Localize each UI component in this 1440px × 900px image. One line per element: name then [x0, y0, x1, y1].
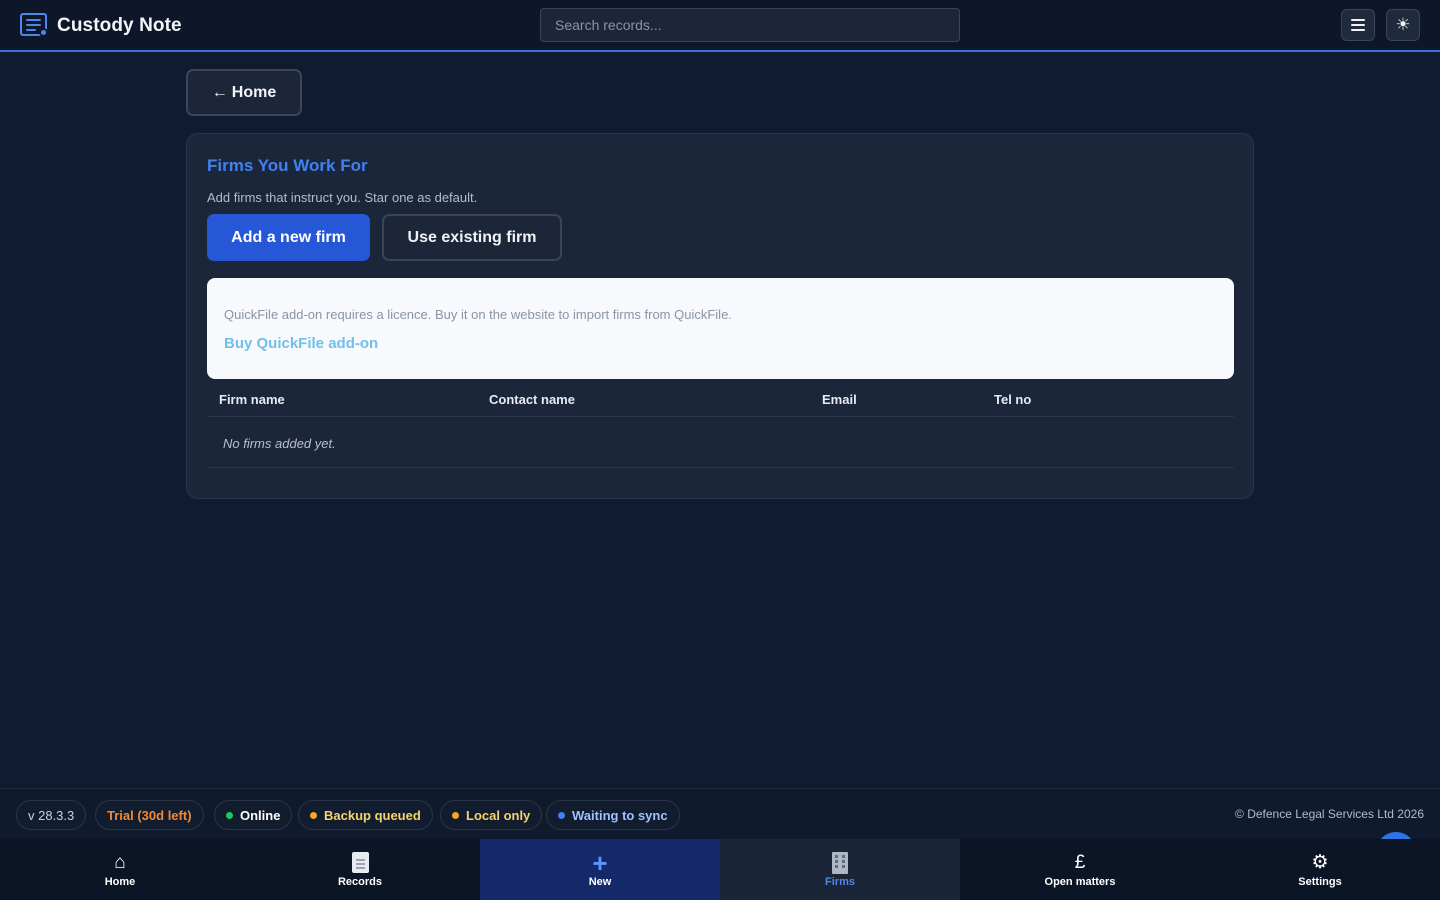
sun-icon: ☀	[1395, 15, 1411, 34]
search-input[interactable]	[540, 8, 960, 42]
nav-item-open-matters[interactable]: £ Open matters	[960, 839, 1200, 900]
backup-dot-icon	[310, 811, 317, 819]
nav-label: New	[588, 875, 612, 888]
card-title: Firms You Work For	[207, 156, 368, 175]
buy-quickfile-link[interactable]: Buy QuickFile add-on	[224, 335, 378, 352]
document-icon	[351, 852, 369, 874]
add-new-firm-button[interactable]: Add a new firm	[207, 214, 370, 261]
menu-button[interactable]	[1341, 9, 1375, 41]
version-text: v 28.3.3	[28, 807, 75, 823]
copyright-text: © Defence Legal Services Ltd 2026	[1235, 807, 1424, 821]
nav-label: Home	[104, 875, 136, 888]
notice-text: QuickFile add-on requires a licence. Buy…	[224, 307, 732, 322]
table-row: No firms added yet.	[207, 418, 1234, 468]
nav-item-home[interactable]: ⌂ Home	[0, 839, 240, 900]
plus-icon: +	[592, 847, 608, 878]
local-text: Local only	[466, 807, 531, 823]
online-dot-icon	[226, 811, 233, 819]
nav-label: Records	[337, 875, 383, 888]
app-title: Custody Note	[57, 15, 182, 36]
sync-text: Waiting to sync	[572, 807, 668, 823]
backup-status-badge: Backup queued	[298, 800, 433, 830]
pound-icon: £	[1074, 851, 1086, 873]
column-firm-name[interactable]: Firm name	[219, 392, 285, 407]
arrow-left-icon: ←	[211, 83, 228, 101]
nav-label: Firms	[825, 875, 855, 888]
back-home-label: Home	[231, 83, 277, 101]
building-icon	[829, 851, 851, 874]
use-existing-firm-button[interactable]: Use existing firm	[382, 214, 562, 261]
version-badge: v 28.3.3	[16, 800, 87, 830]
notes-logo-icon	[20, 13, 48, 37]
nav-item-firms[interactable]: Firms	[720, 839, 960, 900]
gear-icon: ⚙	[1311, 851, 1329, 873]
local-dot-icon	[452, 811, 459, 819]
sync-status-badge: Waiting to sync	[546, 800, 680, 830]
card-subtitle: Add firms that instruct you. Star one as…	[207, 190, 478, 205]
firms-card: Firms You Work For Add firms that instru…	[186, 133, 1254, 499]
theme-toggle-button[interactable]: ☀	[1386, 9, 1420, 41]
home-icon: ⌂	[114, 851, 126, 873]
backup-text: Backup queued	[324, 807, 421, 823]
firms-table-header: Firm name Contact name Email Tel no	[207, 381, 1234, 417]
column-email[interactable]: Email	[822, 392, 857, 407]
nav-item-settings[interactable]: ⚙ Settings	[1200, 839, 1440, 900]
local-status-badge: Local only	[440, 800, 543, 830]
quickfile-notice: QuickFile add-on requires a licence. Buy…	[207, 278, 1234, 379]
empty-state-text: No firms added yet.	[223, 436, 336, 451]
column-tel-no[interactable]: Tel no	[994, 392, 1031, 407]
trial-text: Trial (30d left)	[107, 807, 192, 823]
column-contact-name[interactable]: Contact name	[489, 392, 575, 407]
nav-label: Settings	[1298, 875, 1342, 888]
nav-item-records[interactable]: Records	[240, 839, 480, 900]
nav-item-new[interactable]: + New	[480, 839, 720, 900]
status-bar: v 28.3.3 Trial (30d left) Online Backup …	[0, 788, 1440, 839]
back-home-button[interactable]: ← Home	[186, 69, 302, 116]
online-status-badge: Online	[214, 800, 293, 830]
online-text: Online	[240, 807, 281, 823]
bottom-nav: ⌂ Home Records + New Firms £ Open matter…	[0, 839, 1440, 900]
nav-label: Open matters	[1044, 875, 1116, 888]
trial-badge[interactable]: Trial (30d left)	[95, 800, 204, 830]
sync-dot-icon	[558, 811, 565, 819]
top-bar: Custody Note ☀	[0, 0, 1440, 52]
hamburger-icon	[1351, 19, 1365, 31]
